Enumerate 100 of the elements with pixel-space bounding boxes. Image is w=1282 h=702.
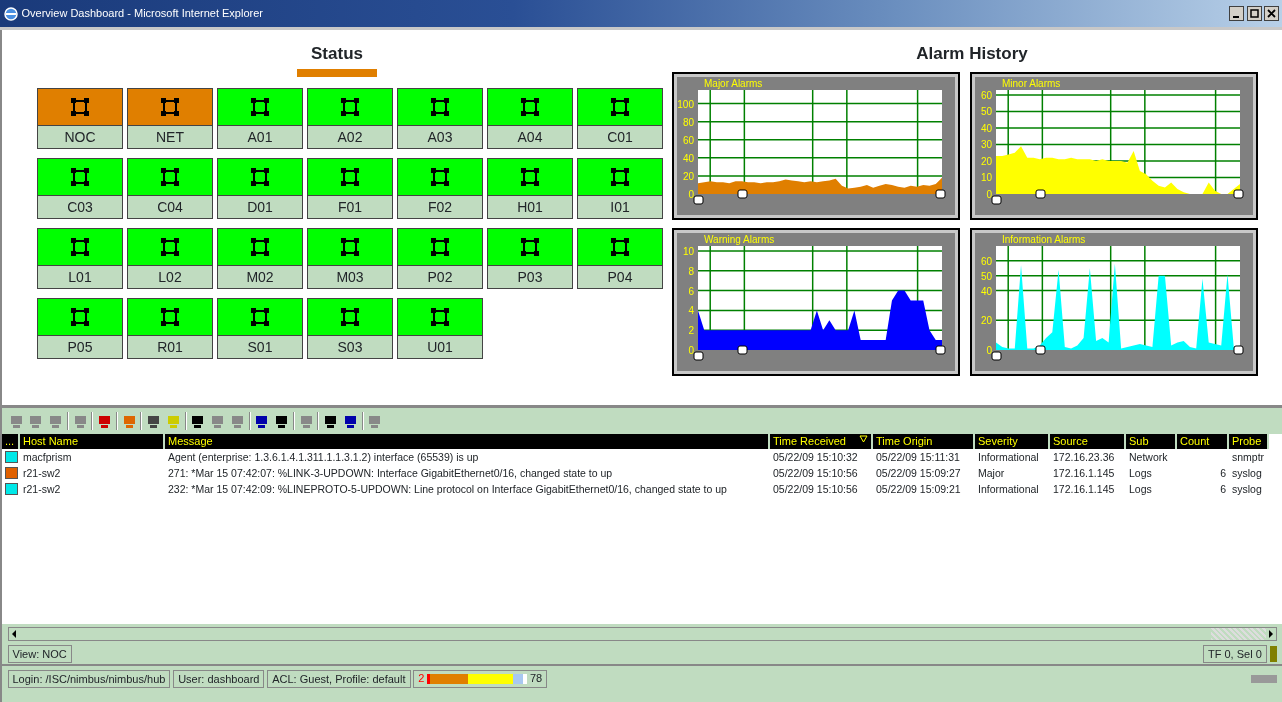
status-tile[interactable]: M03 [307, 227, 393, 289]
status-tile[interactable]: S03 [307, 297, 393, 359]
view-tab[interactable]: View: NOC [7, 644, 72, 663]
slider-handle[interactable] [1035, 189, 1046, 199]
slider-handle[interactable] [935, 345, 946, 355]
tile-label: D01 [218, 195, 302, 218]
maximize-button[interactable] [1246, 6, 1262, 21]
status-tile[interactable]: L01 [37, 227, 123, 289]
scroll-thumb[interactable] [1210, 627, 1266, 640]
tile-label: P02 [398, 265, 482, 288]
tile-label: M02 [218, 265, 302, 288]
column-header[interactable]: Source [1050, 434, 1126, 449]
tile-label: L01 [38, 265, 122, 288]
tile-label: P03 [488, 265, 572, 288]
table-cell-text: r21-sw2 [22, 466, 62, 481]
status-tile[interactable]: S01 [217, 297, 303, 359]
column-header[interactable]: ... [2, 434, 20, 449]
status-tile[interactable]: NET [127, 87, 213, 149]
section-heading: Alarm History [916, 43, 1028, 65]
table-cell-text: 05/22/09 15:10:32 [772, 450, 859, 465]
axis-label: 0 [688, 189, 694, 200]
status-tile[interactable]: C03 [37, 157, 123, 219]
table-cell-text: r21-sw2 [22, 482, 62, 497]
slider-handle[interactable] [737, 345, 748, 355]
column-header[interactable]: Host Name [20, 434, 165, 449]
slider-handle[interactable] [693, 195, 704, 205]
slider-handle[interactable] [693, 351, 704, 361]
status-tile[interactable]: A01 [217, 87, 303, 149]
status-tile[interactable]: F01 [307, 157, 393, 219]
table-cell-text: syslog [1231, 482, 1263, 497]
status-tile[interactable]: A04 [487, 87, 573, 149]
status-text: Login: /ISC/nimbus/nimbus/hub [7, 669, 171, 688]
axis-label: 100 [677, 98, 694, 110]
status-tile[interactable]: L02 [127, 227, 213, 289]
status-tile[interactable]: R01 [127, 297, 213, 359]
slider-handle[interactable] [991, 195, 1002, 205]
scrollbar[interactable] [7, 626, 1277, 641]
table-cell-text: macfprism [22, 450, 73, 465]
status-tile[interactable]: D01 [217, 157, 303, 219]
status-tile[interactable]: H01 [487, 157, 573, 219]
node-icon [249, 165, 271, 188]
tile-label: L02 [128, 265, 212, 288]
column-header[interactable]: Severity [975, 434, 1050, 449]
status-tile[interactable]: P04 [577, 227, 663, 289]
status-tile[interactable]: P05 [37, 297, 123, 359]
tile-label: P05 [38, 335, 122, 358]
status-tile[interactable]: M02 [217, 227, 303, 289]
table-cell-text: Logs [1128, 482, 1153, 497]
chart-title: Major Alarms [704, 78, 763, 89]
column-header[interactable]: Message [165, 434, 770, 449]
node-icon [69, 95, 91, 118]
node-icon [339, 95, 361, 118]
status-tile[interactable]: P02 [397, 227, 483, 289]
axis-label: 50 [980, 106, 992, 118]
column-header[interactable]: Time Origin [873, 434, 975, 449]
column-header[interactable]: Time Received [770, 434, 873, 449]
axis-label: 0 [688, 345, 694, 356]
status-tile[interactable]: F02 [397, 157, 483, 219]
status-tile[interactable]: P03 [487, 227, 573, 289]
table-cell-text: Agent (enterprise: 1.3.6.1.4.1.311.1.1.3.1.2) interface (65539) is up [167, 450, 480, 465]
status-tile[interactable]: C04 [127, 157, 213, 219]
axis-label: 0 [986, 189, 992, 200]
close-button[interactable] [1264, 6, 1280, 21]
maximize-icon [1249, 9, 1259, 18]
axis-label: 6 [688, 285, 694, 297]
tile-label: I01 [578, 195, 662, 218]
node-icon [339, 305, 361, 328]
node-icon [69, 235, 91, 258]
axis-label: 40 [682, 152, 694, 164]
tile-label: A04 [488, 125, 572, 148]
status-tile[interactable]: U01 [397, 297, 483, 359]
column-header[interactable]: Sub [1126, 434, 1177, 449]
status-tile[interactable]: NOC [37, 87, 123, 149]
table-cell-text: 05/22/09 15:10:56 [772, 482, 859, 497]
tile-label: A02 [308, 125, 392, 148]
slider-handle[interactable] [1233, 345, 1244, 355]
slider-handle[interactable] [935, 189, 946, 199]
node-icon [159, 95, 181, 118]
status-tile[interactable]: A02 [307, 87, 393, 149]
axis-label: 20 [682, 170, 694, 182]
column-header[interactable]: Probe [1229, 434, 1269, 449]
resize-grip-icon [1250, 674, 1277, 683]
table-cell-text: 05/22/09 15:10:56 [772, 466, 859, 481]
table-cell-text: 05/22/09 15:11:31 [875, 450, 961, 465]
status-indicator [1269, 645, 1277, 662]
table-cell-text: 271: *Mar 15 07:42:07: %LINK-3-UPDOWN: Interface GigabitEthernet0/16, changed state to up [167, 466, 614, 481]
tile-label: C01 [578, 125, 662, 148]
minimize-button[interactable] [1228, 6, 1244, 21]
column-header[interactable]: Count [1177, 434, 1229, 449]
tile-label: S01 [218, 335, 302, 358]
slider-handle[interactable] [1035, 345, 1046, 355]
slider-handle[interactable] [737, 189, 748, 199]
slider-handle[interactable] [1233, 189, 1244, 199]
status-tile[interactable]: I01 [577, 157, 663, 219]
axis-label: 20 [980, 315, 992, 327]
status-tile[interactable]: C01 [577, 87, 663, 149]
status-tile[interactable]: A03 [397, 87, 483, 149]
table-cell-text: Network [1128, 450, 1169, 465]
slider-handle[interactable] [991, 351, 1002, 361]
node-icon [249, 95, 271, 118]
